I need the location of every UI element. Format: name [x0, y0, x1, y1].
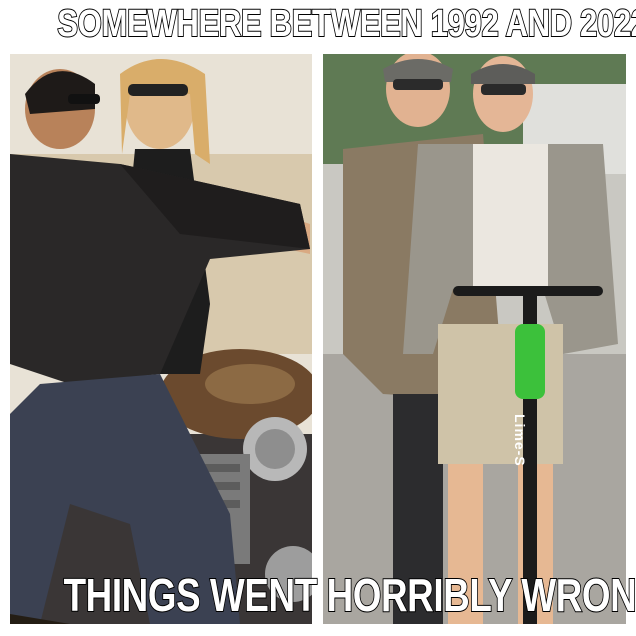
- bottom-caption: THINGS WENT HORRIBLY WRONG: [63, 568, 636, 622]
- top-caption: SOMEWHERE BETWEEN 1992 AND 2022: [56, 2, 636, 46]
- scooter-brand-label: Lime-S: [512, 414, 528, 467]
- motorcycle-couple-illustration: [10, 54, 312, 624]
- scooter-men-illustration: [323, 54, 626, 624]
- panel-scooter-men: Lime-S: [323, 54, 626, 624]
- panel-motorcycle-couple: [10, 54, 312, 624]
- meme-image: Lime-S SOMEWHERE BETWEEN 1992 AND 2022 T…: [0, 0, 636, 636]
